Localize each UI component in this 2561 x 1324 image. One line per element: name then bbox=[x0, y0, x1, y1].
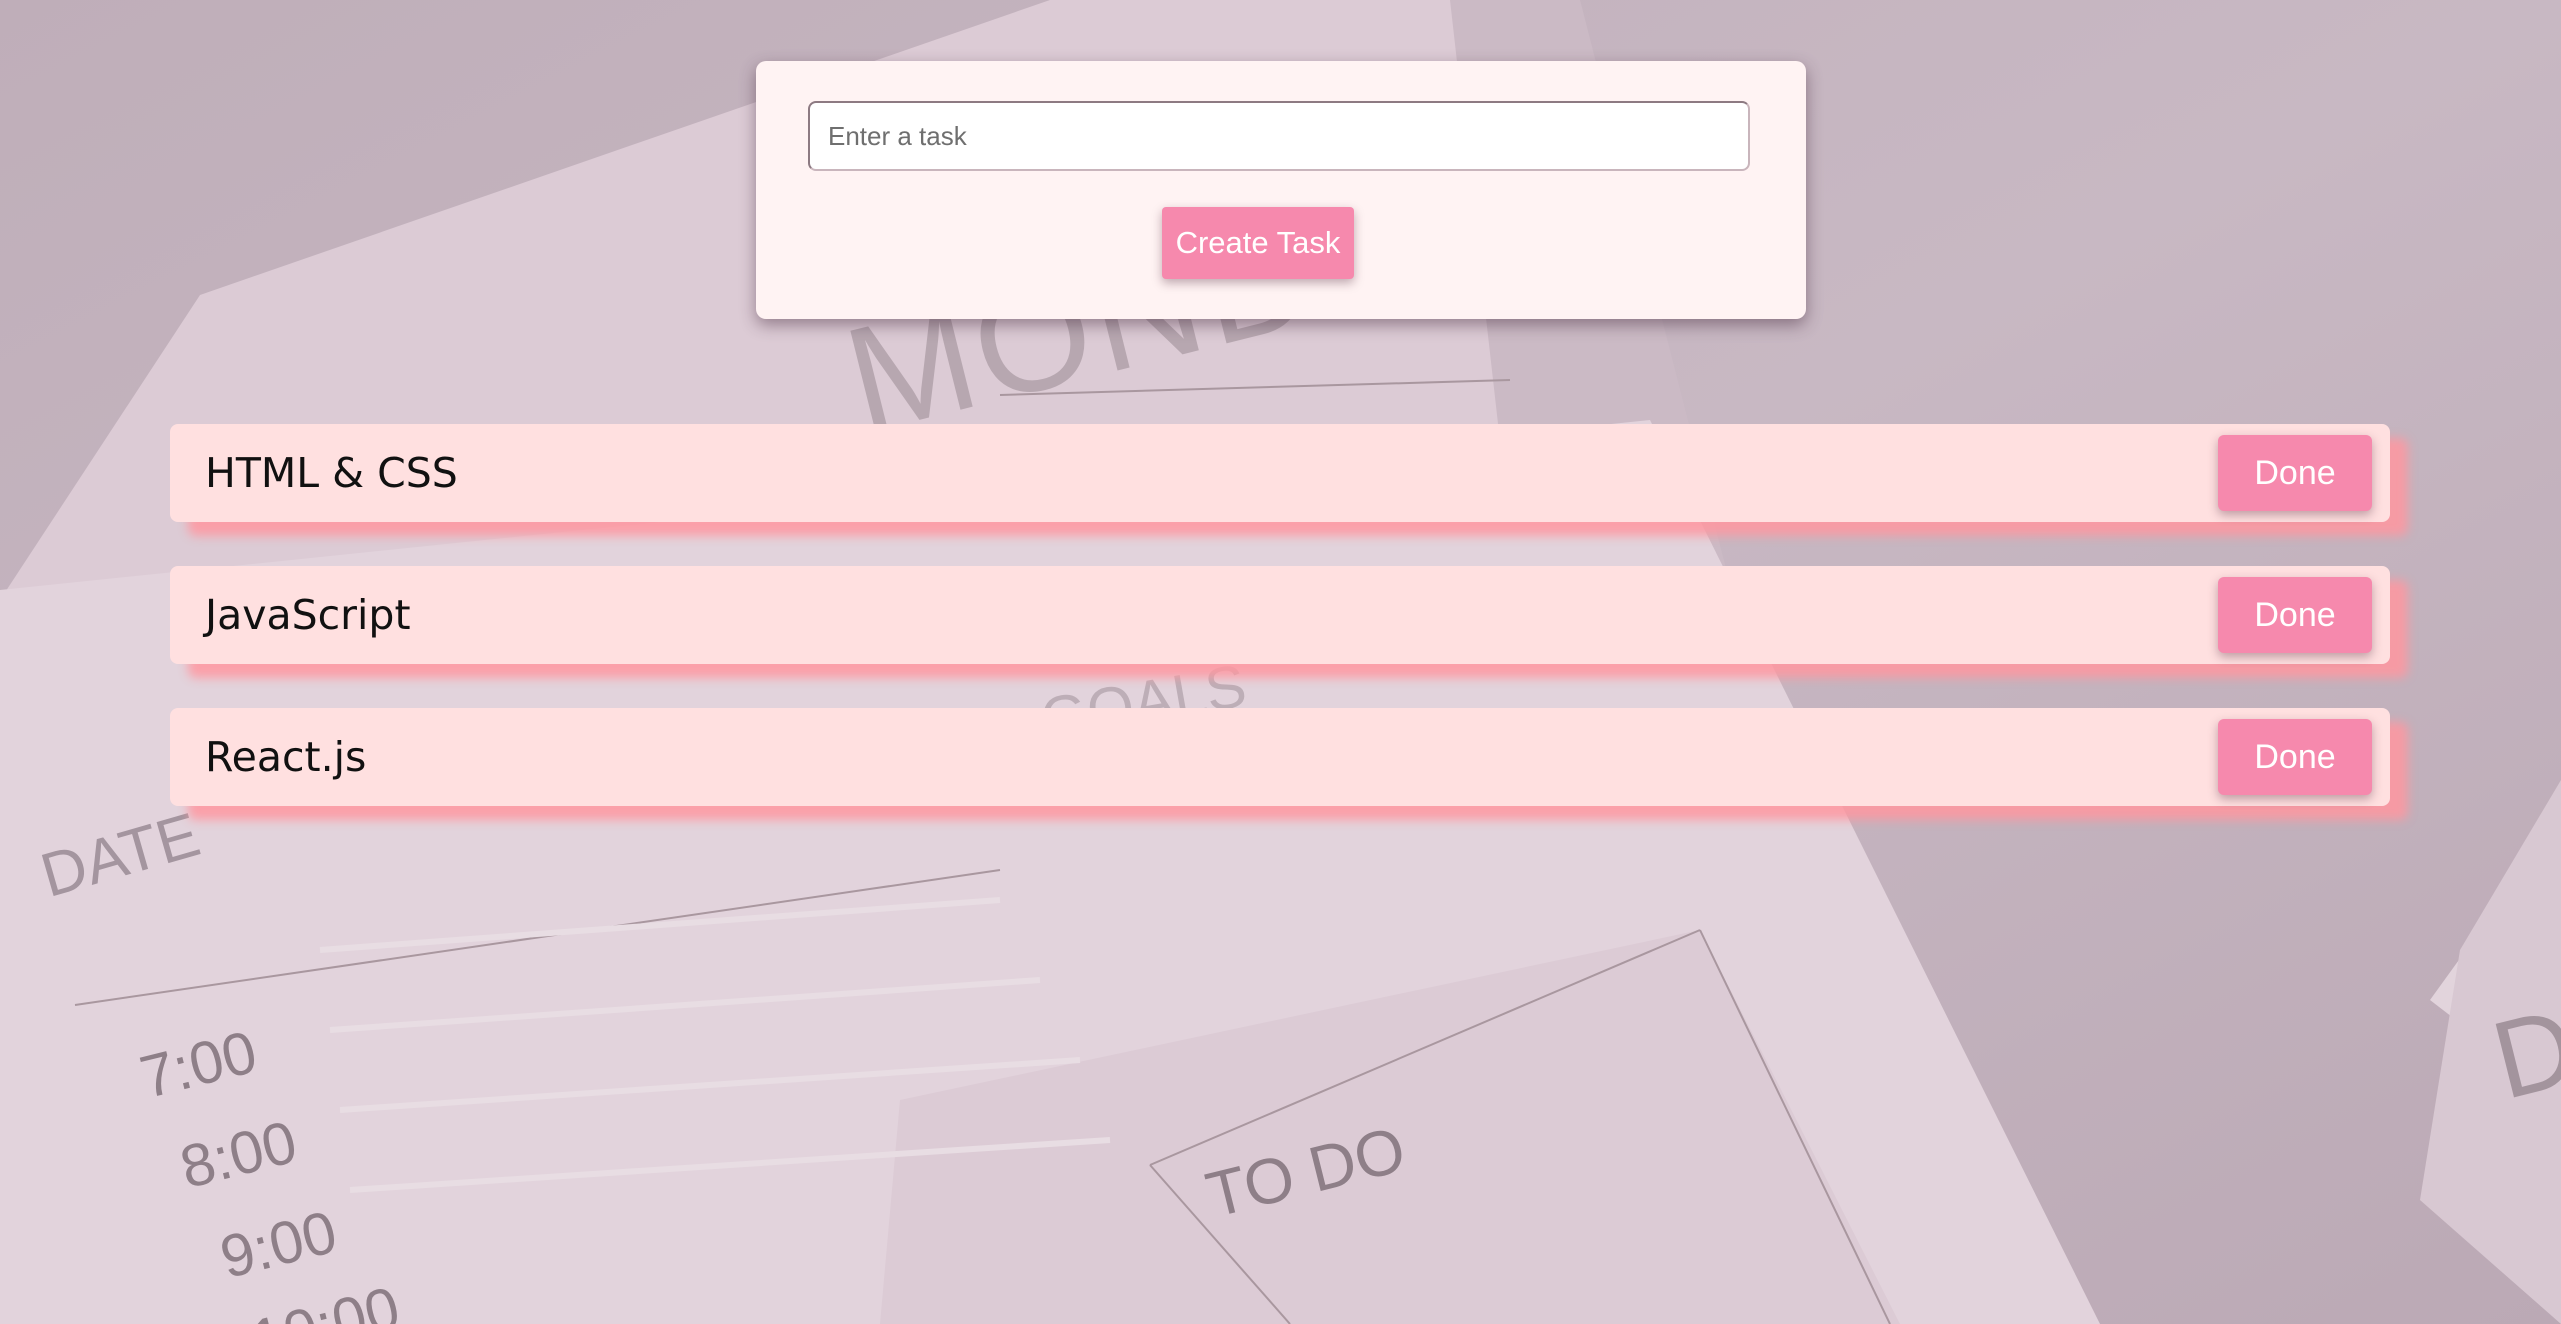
task-form-card: Create Task bbox=[756, 61, 1806, 319]
task-input[interactable] bbox=[808, 101, 1750, 171]
task-list: HTML & CSS Done JavaScript Done React.js… bbox=[170, 424, 2390, 850]
done-button[interactable]: Done bbox=[2218, 577, 2372, 653]
done-button[interactable]: Done bbox=[2218, 435, 2372, 511]
task-name: React.js bbox=[205, 733, 367, 781]
task-name: JavaScript bbox=[205, 591, 411, 639]
task-name: HTML & CSS bbox=[205, 449, 458, 497]
create-task-button[interactable]: Create Task bbox=[1162, 207, 1354, 279]
done-button[interactable]: Done bbox=[2218, 719, 2372, 795]
task-item: React.js Done bbox=[170, 708, 2390, 806]
task-item: HTML & CSS Done bbox=[170, 424, 2390, 522]
task-item: JavaScript Done bbox=[170, 566, 2390, 664]
